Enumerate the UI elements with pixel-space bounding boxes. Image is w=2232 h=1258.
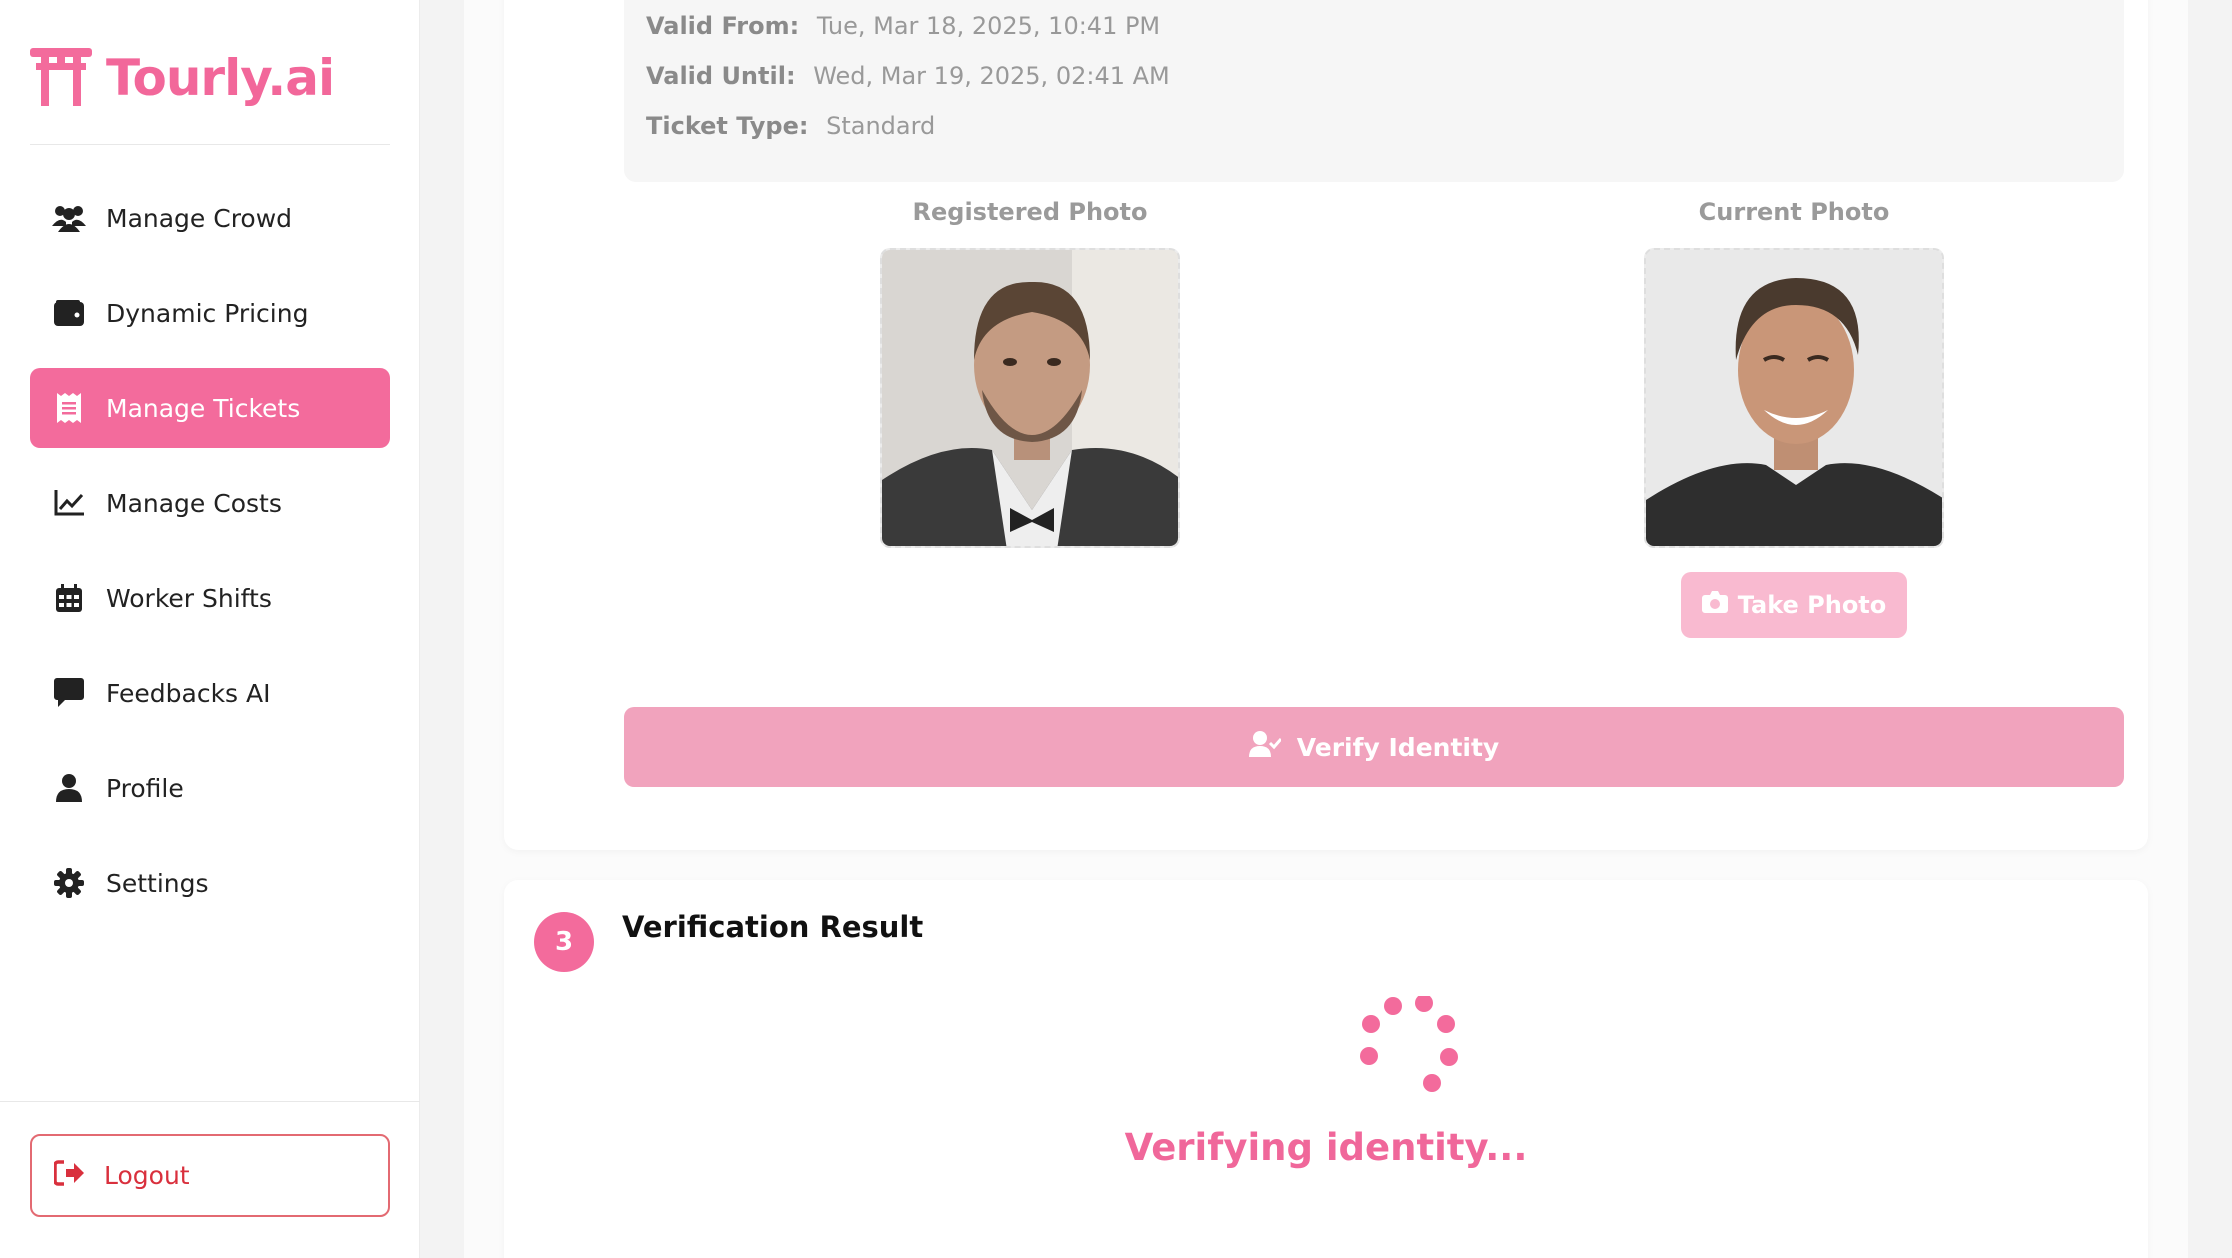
main-content: Valid From: Tue, Mar 18, 2025, 10:41 PM …: [464, 0, 2188, 1258]
ticket-type-label: Ticket Type:: [646, 112, 809, 140]
sidebar-item-label: Manage Crowd: [106, 203, 293, 233]
valid-from-label: Valid From:: [646, 12, 800, 40]
sidebar-item-profile[interactable]: Profile: [30, 748, 390, 828]
sidebar-item-label: Manage Costs: [106, 488, 282, 518]
ticket-type-value: Standard: [826, 112, 936, 140]
wallet-icon: [52, 296, 86, 330]
ticket-info: Valid From: Tue, Mar 18, 2025, 10:41 PM …: [624, 0, 2124, 182]
logout-button[interactable]: Logout: [30, 1134, 390, 1217]
calendar-icon: [52, 581, 86, 615]
valid-from-row: Valid From: Tue, Mar 18, 2025, 10:41 PM: [646, 12, 1160, 40]
result-title: Verification Result: [622, 910, 924, 944]
sidebar-item-label: Worker Shifts: [106, 583, 272, 613]
sidebar-item-label: Profile: [106, 773, 184, 803]
user-icon: [52, 771, 86, 805]
valid-from-value: Tue, Mar 18, 2025, 10:41 PM: [816, 12, 1161, 40]
sidebar-item-settings[interactable]: Settings: [30, 843, 390, 923]
verification-result-card: 3 Verification Result Verifying identity…: [504, 880, 2148, 1258]
divider: [30, 144, 390, 145]
registered-photo-section: Registered Photo: [880, 198, 1180, 548]
take-photo-button[interactable]: Take Photo: [1681, 572, 1907, 638]
sidebar-item-manage-crowd[interactable]: Manage Crowd: [30, 178, 390, 258]
valid-until-row: Valid Until: Wed, Mar 19, 2025, 02:41 AM: [646, 62, 1170, 90]
valid-until-label: Valid Until:: [646, 62, 796, 90]
take-photo-label: Take Photo: [1737, 591, 1887, 619]
verification-card: Valid From: Tue, Mar 18, 2025, 10:41 PM …: [504, 0, 2148, 850]
sidebar-item-feedbacks-ai[interactable]: Feedbacks AI: [30, 653, 390, 733]
registered-photo: [880, 248, 1180, 548]
brand-name: Tourly.ai: [106, 49, 335, 107]
sidebar: Tourly.ai Manage Crowd Dynamic Pricing M…: [0, 0, 420, 1258]
sidebar-item-manage-tickets[interactable]: Manage Tickets: [30, 368, 390, 448]
sidebar-item-label: Manage Tickets: [106, 393, 301, 423]
sidebar-item-manage-costs[interactable]: Manage Costs: [30, 463, 390, 543]
gear-icon: [52, 866, 86, 900]
valid-until-value: Wed, Mar 19, 2025, 02:41 AM: [813, 62, 1170, 90]
ticket-type-row: Ticket Type: Standard: [646, 112, 935, 140]
current-photo-section: Current Photo Take Photo: [1644, 198, 1944, 638]
line-chart-icon: [52, 486, 86, 520]
comment-icon: [52, 676, 86, 710]
user-check-icon: [1248, 731, 1282, 763]
users-icon: [52, 201, 86, 235]
logout-label: Logout: [104, 1161, 190, 1190]
sidebar-nav: Manage Crowd Dynamic Pricing Manage Tick…: [30, 178, 390, 938]
sign-out-icon: [53, 1159, 84, 1192]
sidebar-item-dynamic-pricing[interactable]: Dynamic Pricing: [30, 273, 390, 353]
current-photo: [1644, 248, 1944, 548]
loading-spinner-icon: [1358, 994, 1458, 1096]
verifying-status-text: Verifying identity...: [1124, 1126, 1528, 1169]
registered-photo-title: Registered Photo: [912, 198, 1148, 226]
brand-logo[interactable]: Tourly.ai: [30, 46, 335, 110]
sidebar-item-label: Dynamic Pricing: [106, 298, 309, 328]
sidebar-item-label: Feedbacks AI: [106, 678, 271, 708]
divider: [0, 1101, 420, 1102]
sidebar-item-label: Settings: [106, 868, 209, 898]
step-badge: 3: [534, 912, 594, 972]
verify-identity-label: Verify Identity: [1296, 732, 1500, 762]
camera-icon: [1701, 591, 1728, 619]
verify-identity-button[interactable]: Verify Identity: [624, 707, 2124, 787]
receipt-icon: [52, 391, 86, 425]
current-photo-title: Current Photo: [1698, 198, 1890, 226]
sidebar-item-worker-shifts[interactable]: Worker Shifts: [30, 558, 390, 638]
torii-gate-icon: [30, 46, 92, 110]
